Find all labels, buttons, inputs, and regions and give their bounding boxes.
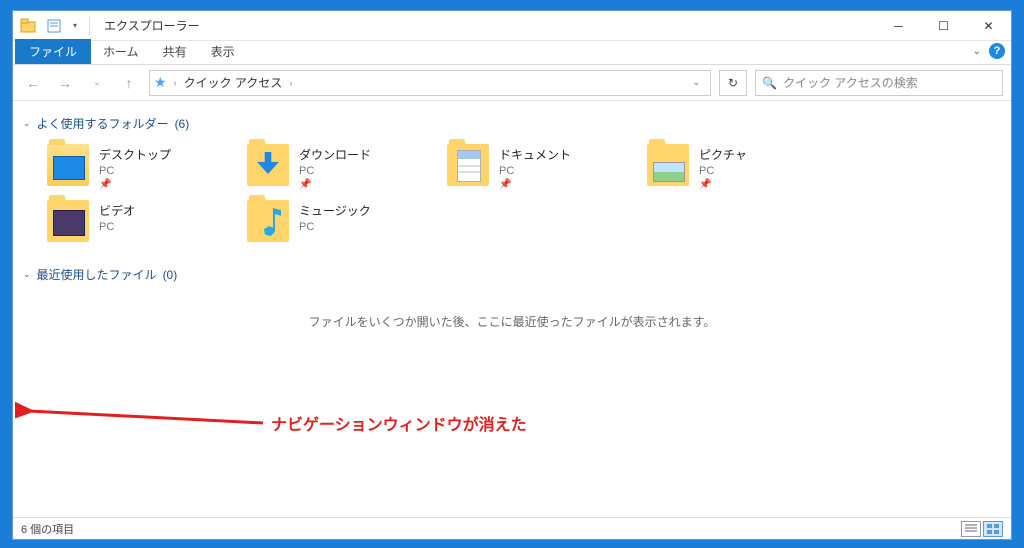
breadcrumb-sep[interactable]: › <box>174 78 177 88</box>
group-frequent-count: (6) <box>175 117 190 131</box>
window-controls: ─ ☐ ✕ <box>876 11 1011 41</box>
maximize-button[interactable]: ☐ <box>921 11 966 41</box>
close-button[interactable]: ✕ <box>966 11 1011 41</box>
separator <box>89 17 90 35</box>
group-recent-label: 最近使用したファイル <box>37 266 157 283</box>
explorer-window: ▾ エクスプローラー ─ ☐ ✕ ファイル ホーム 共有 表示 ⌄ ? ← → … <box>12 10 1012 540</box>
qat-dropdown-icon[interactable]: ▾ <box>69 15 81 37</box>
tab-file[interactable]: ファイル <box>15 39 91 64</box>
group-recent-header[interactable]: ⌄ 最近使用したファイル (0) <box>23 258 1001 293</box>
folder-name: ダウンロード <box>299 146 371 163</box>
explorer-icon[interactable] <box>17 15 39 37</box>
nav-back-button[interactable]: ← <box>21 71 45 95</box>
annotation-text: ナビゲーションウィンドウが消えた <box>271 411 527 435</box>
tab-view[interactable]: 表示 <box>199 39 247 64</box>
breadcrumb-location[interactable]: クイック アクセス <box>184 74 283 91</box>
folder-name: ドキュメント <box>499 146 571 163</box>
folder-item[interactable]: ダウンロード PC 📌 <box>245 142 431 192</box>
chevron-down-icon: ⌄ <box>23 269 31 280</box>
folder-text: ビデオ PC <box>99 200 135 233</box>
folder-text: ドキュメント PC 📌 <box>499 144 571 190</box>
group-frequent-label: よく使用するフォルダー <box>37 115 169 132</box>
nav-forward-button[interactable]: → <box>53 71 77 95</box>
folder-name: ビデオ <box>99 202 135 219</box>
folder-name: ミュージック <box>299 202 371 219</box>
folder-icon <box>47 200 89 242</box>
folder-name: ピクチャ <box>699 146 747 163</box>
chevron-down-icon: ⌄ <box>23 118 31 129</box>
view-mode-buttons <box>961 521 1003 537</box>
titlebar: ▾ エクスプローラー ─ ☐ ✕ <box>13 11 1011 41</box>
folder-item[interactable]: ドキュメント PC 📌 <box>445 142 631 192</box>
pin-icon: 📌 <box>699 179 747 190</box>
refresh-button[interactable]: ↻ <box>719 70 747 96</box>
search-box[interactable]: 🔍 クイック アクセスの検索 <box>755 70 1003 96</box>
search-placeholder: クイック アクセスの検索 <box>783 74 918 91</box>
folder-sub: PC <box>499 165 571 177</box>
pin-icon: 📌 <box>99 179 171 190</box>
content-pane: ⌄ よく使用するフォルダー (6) デスクトップPC📌ダウンロードPC📌ドキュメ… <box>13 101 1011 517</box>
status-item-count: 6 個の項目 <box>21 521 74 537</box>
view-details-button[interactable] <box>961 521 981 537</box>
folder-item[interactable]: ピクチャ PC 📌 <box>645 142 831 192</box>
nav-recent-dropdown[interactable]: ⌄ <box>85 71 109 95</box>
folder-sub: PC <box>299 221 371 233</box>
quick-access-toolbar: ▾ エクスプローラー <box>13 15 200 37</box>
status-bar: 6 個の項目 <box>13 517 1011 539</box>
ribbon-tabs: ファイル ホーム 共有 表示 ⌄ ? <box>13 41 1011 65</box>
folder-icon <box>47 144 89 186</box>
nav-up-button[interactable]: ↑ <box>117 71 141 95</box>
folder-text: ピクチャ PC 📌 <box>699 144 747 190</box>
folder-sub: PC <box>99 221 135 233</box>
minimize-button[interactable]: ─ <box>876 11 921 41</box>
search-icon: 🔍 <box>762 76 777 90</box>
address-dropdown-icon[interactable]: ⌄ <box>686 77 706 88</box>
folder-icon <box>647 144 689 186</box>
folder-icon <box>247 144 289 186</box>
view-large-icons-button[interactable] <box>983 521 1003 537</box>
folder-name: デスクトップ <box>99 146 171 163</box>
folder-item[interactable]: デスクトップ PC 📌 <box>45 142 231 192</box>
folder-text: ミュージック PC <box>299 200 371 233</box>
tab-share[interactable]: 共有 <box>151 39 199 64</box>
qat-properties-icon[interactable] <box>43 15 65 37</box>
address-bar-row: ← → ⌄ ↑ ★ › クイック アクセス › ⌄ ↻ 🔍 クイック アクセスの… <box>13 65 1011 101</box>
group-recent-count: (0) <box>163 268 178 282</box>
address-bar[interactable]: ★ › クイック アクセス › ⌄ <box>149 70 711 96</box>
pin-icon: 📌 <box>299 179 371 190</box>
folder-item[interactable]: ミュージック PC <box>245 198 431 244</box>
breadcrumb-sep[interactable]: › <box>289 78 292 88</box>
help-icon[interactable]: ? <box>989 43 1005 59</box>
frequent-folder-grid: デスクトップPC📌ダウンロードPC📌ドキュメントPC📌ピクチャPC📌ビデオPCミ… <box>23 142 1001 244</box>
expand-ribbon-icon[interactable]: ⌄ <box>973 46 981 57</box>
tab-home[interactable]: ホーム <box>91 39 151 64</box>
group-frequent-header[interactable]: ⌄ よく使用するフォルダー (6) <box>23 107 1001 142</box>
folder-text: ダウンロード PC 📌 <box>299 144 371 190</box>
annotation-arrow <box>15 399 265 433</box>
quick-access-star-icon: ★ <box>154 74 167 91</box>
window-title: エクスプローラー <box>104 17 200 34</box>
pin-icon: 📌 <box>499 179 571 190</box>
folder-item[interactable]: ビデオ PC <box>45 198 231 244</box>
folder-sub: PC <box>299 165 371 177</box>
folder-text: デスクトップ PC 📌 <box>99 144 171 190</box>
folder-sub: PC <box>699 165 747 177</box>
folder-icon <box>447 144 489 186</box>
recent-empty-message: ファイルをいくつか開いた後、ここに最近使ったファイルが表示されます。 <box>23 293 1001 336</box>
folder-sub: PC <box>99 165 171 177</box>
folder-icon <box>247 200 289 242</box>
